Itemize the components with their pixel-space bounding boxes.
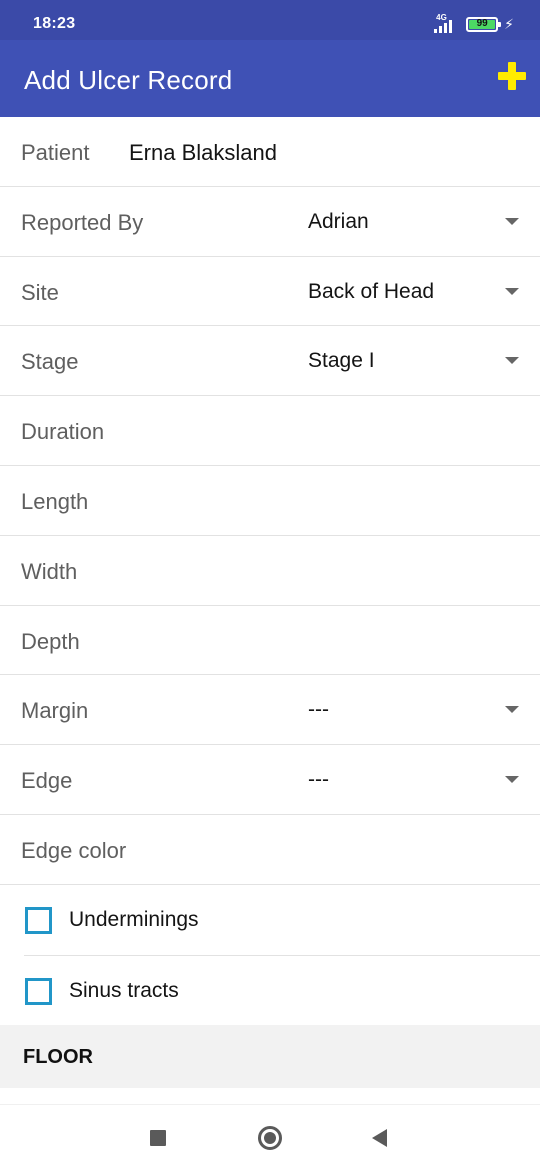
- chevron-down-icon[interactable]: [505, 357, 519, 365]
- chevron-down-icon[interactable]: [505, 287, 519, 295]
- patient-row: Patient Erna Blaksland: [0, 117, 540, 187]
- battery-level: 99: [476, 17, 488, 29]
- status-icons: 4G 99 ⚡: [434, 13, 514, 34]
- app-bar: Add Ulcer Record: [0, 40, 540, 117]
- system-nav-bar: [0, 1104, 540, 1170]
- status-bar: 18:23 4G 99 ⚡: [0, 0, 540, 40]
- underminings-row[interactable]: Underminings: [24, 885, 540, 956]
- square-icon[interactable]: [150, 1130, 166, 1146]
- width-field[interactable]: Width: [0, 536, 540, 606]
- triangle-back-icon[interactable]: [372, 1129, 387, 1147]
- add-record-button[interactable]: [498, 62, 526, 90]
- depth-label: Depth: [21, 628, 80, 654]
- section-title: FLOOR: [23, 1046, 93, 1068]
- page-title: Add Ulcer Record: [24, 65, 233, 95]
- edge-label: Edge: [21, 768, 73, 794]
- reported-by-label: Reported By: [21, 209, 144, 235]
- sinus-tracts-row[interactable]: Sinus tracts: [24, 956, 540, 1027]
- site-dropdown[interactable]: Site Back of Head: [0, 257, 540, 327]
- chevron-down-icon[interactable]: [505, 706, 519, 714]
- ulcer-form: Patient Erna Blaksland Reported By Adria…: [0, 117, 540, 1027]
- charging-icon: ⚡: [504, 15, 514, 32]
- duration-label: Duration: [21, 419, 105, 445]
- margin-value[interactable]: ---: [308, 698, 329, 722]
- edge-dropdown[interactable]: Edge ---: [0, 745, 540, 815]
- edge-color-label: Edge color: [21, 837, 127, 863]
- sinus-tracts-label[interactable]: Sinus tracts: [69, 979, 179, 1003]
- duration-field[interactable]: Duration: [0, 396, 540, 466]
- underminings-label[interactable]: Underminings: [69, 908, 199, 932]
- underminings-checkbox[interactable]: [25, 906, 52, 934]
- margin-label: Margin: [21, 698, 89, 724]
- patient-label: Patient: [21, 140, 90, 165]
- stage-label: Stage: [21, 349, 79, 375]
- chevron-down-icon[interactable]: [505, 217, 519, 225]
- stage-dropdown[interactable]: Stage Stage I: [0, 326, 540, 397]
- signal-icon: 4G: [434, 13, 460, 33]
- edge-value[interactable]: ---: [308, 768, 329, 792]
- width-label: Width: [21, 558, 78, 584]
- stage-value[interactable]: Stage I: [308, 349, 375, 373]
- battery-icon: 99: [466, 16, 502, 32]
- sinus-tracts-checkbox[interactable]: [25, 977, 52, 1005]
- depth-field[interactable]: Depth: [0, 606, 540, 676]
- length-field[interactable]: Length: [0, 466, 540, 536]
- patient-value: Erna Blaksland: [129, 140, 277, 165]
- site-label: Site: [21, 279, 59, 305]
- edge-color-field[interactable]: Edge color: [0, 815, 540, 885]
- length-label: Length: [21, 488, 89, 514]
- floor-section-header: FLOOR: [0, 1025, 540, 1088]
- site-value[interactable]: Back of Head: [308, 280, 434, 304]
- reported-by-value[interactable]: Adrian: [308, 210, 369, 234]
- reported-by-dropdown[interactable]: Reported By Adrian: [0, 187, 540, 257]
- circle-home-icon[interactable]: [258, 1126, 282, 1150]
- status-time: 18:23: [33, 15, 76, 32]
- chevron-down-icon[interactable]: [505, 776, 519, 784]
- margin-dropdown[interactable]: Margin ---: [0, 675, 540, 746]
